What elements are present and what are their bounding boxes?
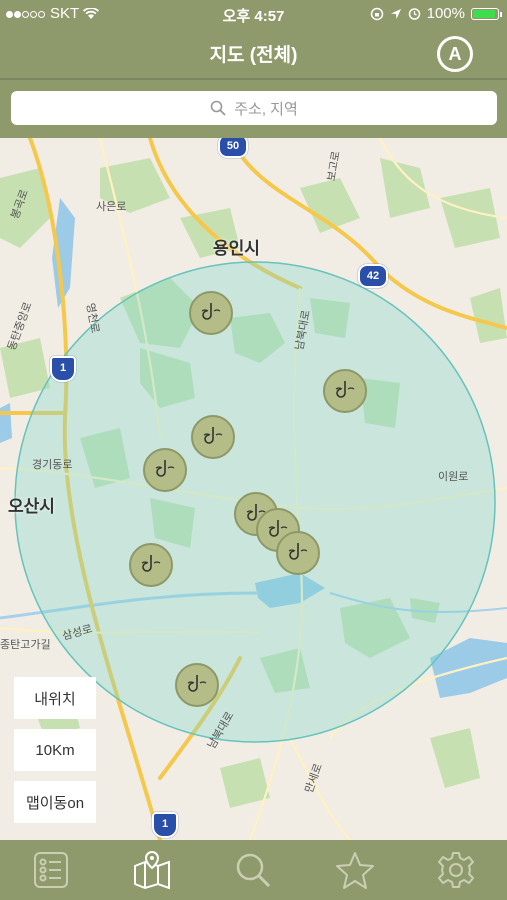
- page-title: 지도 (전체): [209, 45, 298, 66]
- city-label-osan: 오산시: [8, 497, 55, 516]
- tab-bar: [0, 840, 507, 900]
- route-42-shield: 42: [358, 264, 388, 288]
- radius-button[interactable]: 10Km: [14, 729, 96, 771]
- hook-icon: [203, 427, 223, 444]
- hook-icon: [288, 543, 308, 560]
- hook-icon: [335, 381, 355, 398]
- map-icon: [134, 850, 170, 890]
- hook-icon: [201, 303, 221, 320]
- road-label: 경기동로: [32, 459, 73, 471]
- road-label: 종탄고가길: [0, 639, 51, 651]
- status-right: 100%: [370, 5, 502, 22]
- spot-marker[interactable]: [189, 291, 233, 335]
- spot-marker[interactable]: [276, 531, 320, 575]
- battery-percent: 100%: [426, 5, 465, 22]
- map-view[interactable]: 용인시 오산시 경기동로 이원로 사은로 봉곡로 영천로 보고로 동탄중앙로 남…: [0, 138, 507, 840]
- lock-rotation-icon: [370, 7, 383, 20]
- hook-icon: [187, 675, 207, 692]
- search-placeholder: 주소, 지역: [234, 100, 298, 118]
- gear-icon: [438, 852, 474, 888]
- spot-marker[interactable]: [323, 369, 367, 413]
- search-icon: [236, 853, 271, 888]
- battery-icon: [471, 7, 502, 20]
- star-icon: [336, 852, 374, 889]
- city-label-yongin: 용인시: [213, 239, 260, 258]
- status-bar: SKT 오후 4:57 100%: [0, 0, 507, 28]
- nav-bar: 지도 (전체) A: [0, 28, 507, 80]
- tab-search[interactable]: [231, 848, 275, 892]
- tab-settings[interactable]: [434, 848, 478, 892]
- search-area: 주소, 지역: [0, 80, 507, 138]
- route-1-shield: 1: [50, 356, 76, 382]
- my-location-button[interactable]: 내위치: [14, 677, 96, 719]
- search-icon: [210, 100, 226, 116]
- tab-map[interactable]: [130, 848, 174, 892]
- hook-icon: [141, 555, 161, 572]
- route-50-shield: 50: [218, 138, 248, 158]
- alarm-icon: [408, 8, 420, 20]
- spot-marker[interactable]: [143, 448, 187, 492]
- map-move-button[interactable]: 맵이동on: [14, 781, 96, 823]
- search-input[interactable]: 주소, 지역: [11, 91, 497, 125]
- road-label: 사은로: [96, 201, 127, 213]
- list-icon: [34, 852, 68, 888]
- spot-marker[interactable]: [129, 543, 173, 587]
- road-label: 이원로: [438, 471, 469, 483]
- tab-list[interactable]: [29, 848, 73, 892]
- spot-marker[interactable]: [191, 415, 235, 459]
- route-1-shield: 1: [152, 812, 178, 838]
- auto-button[interactable]: A: [437, 36, 473, 72]
- hook-icon: [155, 460, 175, 477]
- tab-favorites[interactable]: [333, 848, 377, 892]
- spot-marker[interactable]: [175, 663, 219, 707]
- location-arrow-icon: [390, 8, 401, 19]
